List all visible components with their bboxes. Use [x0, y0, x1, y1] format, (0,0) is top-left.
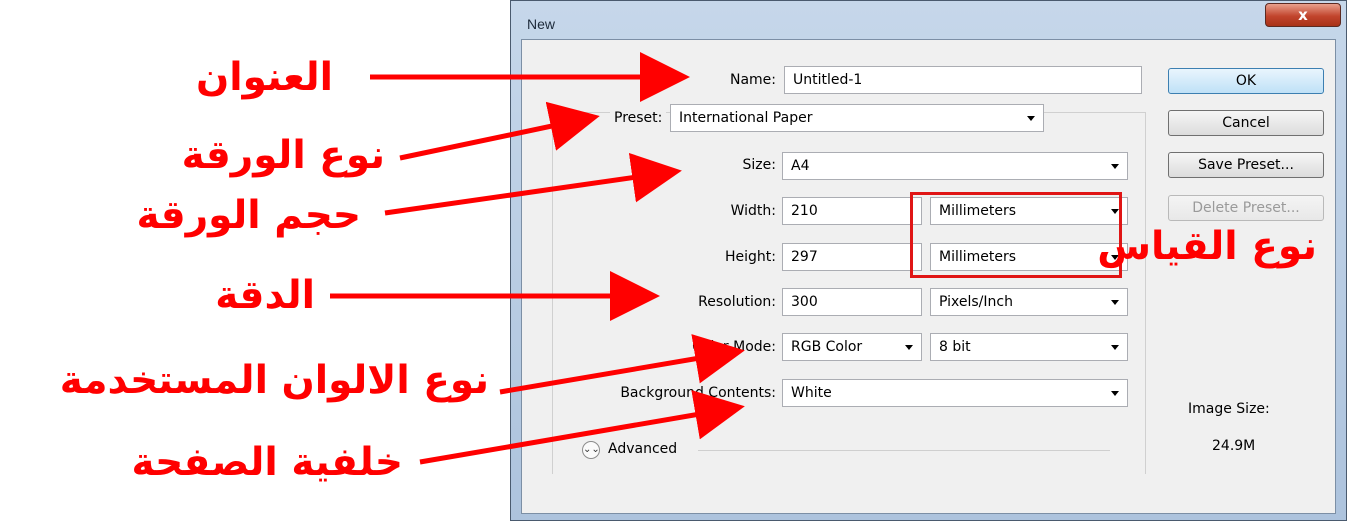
advanced-separator [698, 450, 1110, 451]
preset-value: International Paper [679, 110, 813, 126]
resolution-input[interactable]: 300 [782, 288, 922, 316]
name-label: Name: [729, 72, 776, 88]
background-label: Background Contents: [620, 385, 776, 401]
preset-label: Preset: [610, 110, 667, 126]
delete-preset-button: Delete Preset... [1168, 195, 1324, 221]
resolution-label: Resolution: [698, 294, 776, 310]
chevron-down-icon [905, 345, 913, 350]
resolution-unit-value: Pixels/Inch [939, 294, 1013, 310]
unit-highlight-box [910, 192, 1122, 278]
dialog-title: New [527, 16, 556, 32]
size-label: Size: [742, 157, 776, 173]
chevron-down-icon [1111, 391, 1119, 396]
bit-depth-select[interactable]: 8 bit [930, 333, 1128, 361]
save-preset-button[interactable]: Save Preset... [1168, 152, 1324, 178]
chevron-down-icon [1111, 300, 1119, 305]
chevron-down-icon [1111, 164, 1119, 169]
name-input[interactable]: Untitled-1 [784, 66, 1142, 94]
close-button[interactable]: x [1265, 3, 1341, 27]
chevron-down-icon [1111, 345, 1119, 350]
annotation-resolution: الدقة [215, 273, 315, 318]
width-input[interactable]: 210 [782, 197, 922, 225]
close-icon: x [1298, 6, 1308, 24]
height-label: Height: [725, 249, 776, 265]
annotation-title: العنوان [195, 55, 333, 100]
double-chevron-icon[interactable]: ⌄⌄ [582, 441, 600, 459]
image-size-label: Image Size: [1188, 401, 1270, 417]
color-mode-value: RGB Color [791, 339, 863, 355]
annotation-paper-size: حجم الورقة [136, 193, 361, 238]
size-value: A4 [791, 158, 810, 174]
chevron-down-icon [1027, 116, 1035, 121]
width-label: Width: [730, 203, 776, 219]
title-bar: New x [511, 1, 1346, 37]
annotation-measure-type: نوع القياس [1097, 224, 1317, 269]
annotation-paper-type: نوع الورقة [181, 133, 385, 178]
resolution-unit-select[interactable]: Pixels/Inch [930, 288, 1128, 316]
height-input[interactable]: 297 [782, 243, 922, 271]
color-mode-select[interactable]: RGB Color [782, 333, 922, 361]
advanced-toggle[interactable]: Advanced [608, 441, 677, 457]
color-mode-label: Color Mode: [692, 339, 776, 355]
annotation-background: خلفية الصفحة [131, 440, 403, 485]
background-select[interactable]: White [782, 379, 1128, 407]
size-select[interactable]: A4 [782, 152, 1128, 180]
image-size-value: 24.9M [1212, 438, 1256, 454]
background-value: White [791, 385, 832, 401]
annotation-color-type: نوع الالوان المستخدمة [59, 358, 489, 403]
preset-select[interactable]: International Paper [670, 104, 1044, 132]
bit-depth-value: 8 bit [939, 339, 971, 355]
ok-button[interactable]: OK [1168, 68, 1324, 94]
cancel-button[interactable]: Cancel [1168, 110, 1324, 136]
